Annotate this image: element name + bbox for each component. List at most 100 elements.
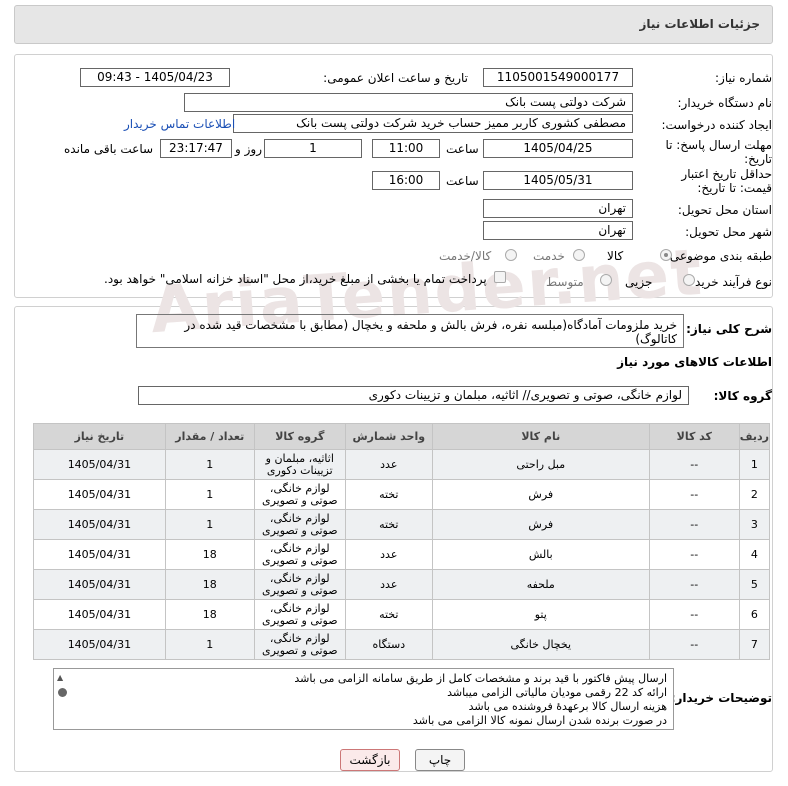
desc-textarea[interactable]: خرید ملزومات آمادگاه(مبلسه نفره، فرش بال… — [136, 314, 684, 348]
radio-service[interactable] — [573, 249, 585, 261]
table-cell: تخته — [344, 599, 433, 630]
table-cell: بالش — [431, 539, 650, 570]
radio-medium[interactable] — [600, 274, 612, 286]
note-line: ارائه کد 22 رقمی مودیان مالیاتی الزامی م… — [447, 686, 667, 699]
days-field[interactable]: 1 — [264, 139, 362, 158]
need-no-label: شماره نیاز: — [715, 71, 772, 85]
col-row: ردیف — [738, 423, 771, 450]
table-cell: 1405/04/31 — [33, 449, 166, 480]
table-cell: اثاثیه، مبلمان و تزیینات دکوری — [253, 449, 346, 480]
table-cell: لوازم خانگی، صوتی و تصویری — [253, 599, 346, 630]
table-cell: فرش — [431, 479, 650, 510]
validity-time-label: ساعت — [446, 174, 479, 188]
table-cell: تخته — [344, 479, 433, 510]
table-cell: پتو — [431, 599, 650, 630]
table-cell: 5 — [738, 569, 771, 600]
city-field[interactable]: تهران — [483, 221, 633, 240]
contact-link[interactable]: اطلاعات تماس خریدار — [124, 117, 235, 131]
desc-label: شرح کلی نیاز: — [686, 322, 772, 336]
table-cell: 6 — [738, 599, 771, 630]
option-service: خدمت — [533, 249, 565, 263]
col-code: کد کالا — [648, 423, 740, 450]
table-cell: عدد — [344, 539, 433, 570]
table-cell: 1 — [164, 509, 255, 540]
table-cell: لوازم خانگی، صوتی و تصویری — [253, 569, 346, 600]
group-field[interactable]: لوازم خانگی، صوتی و تصویری// اثاثیه، مبل… — [138, 386, 689, 405]
table-cell: عدد — [344, 449, 433, 480]
radio-kala[interactable] — [660, 249, 672, 261]
need-no-field[interactable]: 1105001549000177 — [483, 68, 633, 87]
table-row[interactable]: 7 -- یخچال خانگی دستگاه لوازم خانگی، صوتی و … — [33, 629, 771, 660]
table-cell: 1405/04/31 — [33, 629, 166, 660]
table-cell: مبل راحتی — [431, 449, 650, 480]
back-button[interactable]: بازگشت — [340, 749, 400, 771]
creator-label: ایجاد کننده درخواست: — [661, 118, 772, 132]
table-cell: تخته — [344, 509, 433, 540]
remaining-field[interactable]: 23:17:47 — [160, 139, 232, 158]
table-cell: -- — [648, 629, 740, 660]
table-cell: ملحفه — [431, 569, 650, 600]
table-row[interactable]: 1 -- مبل راحتی عدد اثاثیه، مبلمان و تزیینات … — [33, 449, 771, 480]
notes-label: توضیحات خریدار: — [670, 691, 772, 705]
days-label: روز و — [235, 142, 262, 156]
province-label: استان محل تحویل: — [677, 203, 772, 217]
col-name: نام کالا — [431, 423, 650, 450]
table-cell: یخچال خانگی — [431, 629, 650, 660]
deadline-date-field[interactable]: 1405/04/25 — [483, 139, 633, 158]
deadline-time-label: ساعت — [446, 142, 479, 156]
scroll-thumb[interactable] — [58, 688, 67, 697]
creator-field[interactable]: مصطفی کشوری کاربر ممیز حساب خرید شرکت دو… — [233, 114, 633, 133]
notes-textarea[interactable]: ارسال پیش فاکتور با قید برند و مشخصات کا… — [53, 668, 674, 730]
payment-checkbox[interactable] — [494, 271, 506, 283]
table-row[interactable]: 4 -- بالش عدد لوازم خانگی، صوتی و تصویری 18 14… — [33, 539, 771, 570]
table-cell: -- — [648, 599, 740, 630]
deadline-label: مهلت ارسال پاسخ: تا تاریخ: — [665, 138, 772, 166]
table-cell: -- — [648, 569, 740, 600]
radio-minor[interactable] — [683, 274, 695, 286]
city-label: شهر محل تحویل: — [685, 225, 772, 239]
buyer-field[interactable]: شرکت دولتی پست بانک — [184, 93, 633, 112]
validity-label: حداقل تاریخ اعتبار قیمت: تا تاریخ: — [681, 167, 772, 195]
remaining-label: ساعت باقی مانده — [64, 142, 154, 156]
validity-date-field[interactable]: 1405/05/31 — [483, 171, 633, 190]
table-row[interactable]: 6 -- پتو تخته لوازم خانگی، صوتی و تصویری 18 14… — [33, 599, 771, 630]
table-cell: 1 — [164, 629, 255, 660]
col-unit: واحد شمارش — [344, 423, 433, 450]
table-cell: 1 — [164, 479, 255, 510]
table-cell: عدد — [344, 569, 433, 600]
process-label: نوع فرآیند خرید : — [687, 275, 772, 289]
table-cell: 1405/04/31 — [33, 569, 166, 600]
table-row[interactable]: 2 -- فرش تخته لوازم خانگی، صوتی و تصویری 1 140… — [33, 479, 771, 510]
province-field[interactable]: تهران — [483, 199, 633, 218]
note-line: در صورت برنده شدن ارسال نمونه کالا الزام… — [412, 714, 667, 727]
announce-field[interactable]: 1405/04/23 - 09:43 — [80, 68, 230, 87]
items-title: اطلاعات کالاهای مورد نیاز — [617, 355, 772, 369]
table-row[interactable]: 3 -- فرش تخته لوازم خانگی، صوتی و تصویری 1 140… — [33, 509, 771, 540]
option-kala: کالا — [607, 249, 624, 263]
table-row[interactable]: 5 -- ملحفه عدد لوازم خانگی، صوتی و تصویری 18 1… — [33, 569, 771, 600]
payment-note: پرداخت تمام یا بخشی از مبلغ خرید،از محل … — [104, 272, 487, 286]
table-cell: 4 — [738, 539, 771, 570]
table-cell: 18 — [164, 539, 255, 570]
table-cell: -- — [648, 509, 740, 540]
table-cell: -- — [648, 539, 740, 570]
table-cell: فرش — [431, 509, 650, 540]
table-cell: لوازم خانگی، صوتی و تصویری — [253, 629, 346, 660]
col-qty: تعداد / مقدار — [164, 423, 255, 450]
deadline-time-field[interactable]: 11:00 — [372, 139, 440, 158]
note-line: هزینه ارسال کالا برعهدهٔ فروشنده می باشد — [468, 700, 667, 713]
print-button[interactable]: چاپ — [415, 749, 465, 771]
note-line: ارسال پیش فاکتور با قید برند و مشخصات کا… — [294, 672, 667, 685]
table-cell: لوازم خانگی، صوتی و تصویری — [253, 509, 346, 540]
validity-time-field[interactable]: 16:00 — [372, 171, 440, 190]
radio-kala-service[interactable] — [505, 249, 517, 261]
table-cell: 1405/04/31 — [33, 509, 166, 540]
items-table: ردیف کد کالا نام کالا واحد شمارش گروه کا… — [33, 423, 771, 660]
scroll-up-icon[interactable]: ▲ — [57, 673, 63, 682]
announce-label: تاریخ و ساعت اعلان عمومی: — [323, 71, 468, 85]
category-label: طبقه بندی موضوعی: — [665, 249, 772, 263]
table-cell: 7 — [738, 629, 771, 660]
group-label: گروه کالا: — [713, 389, 772, 403]
table-cell: لوازم خانگی، صوتی و تصویری — [253, 539, 346, 570]
table-cell: لوازم خانگی، صوتی و تصویری — [253, 479, 346, 510]
